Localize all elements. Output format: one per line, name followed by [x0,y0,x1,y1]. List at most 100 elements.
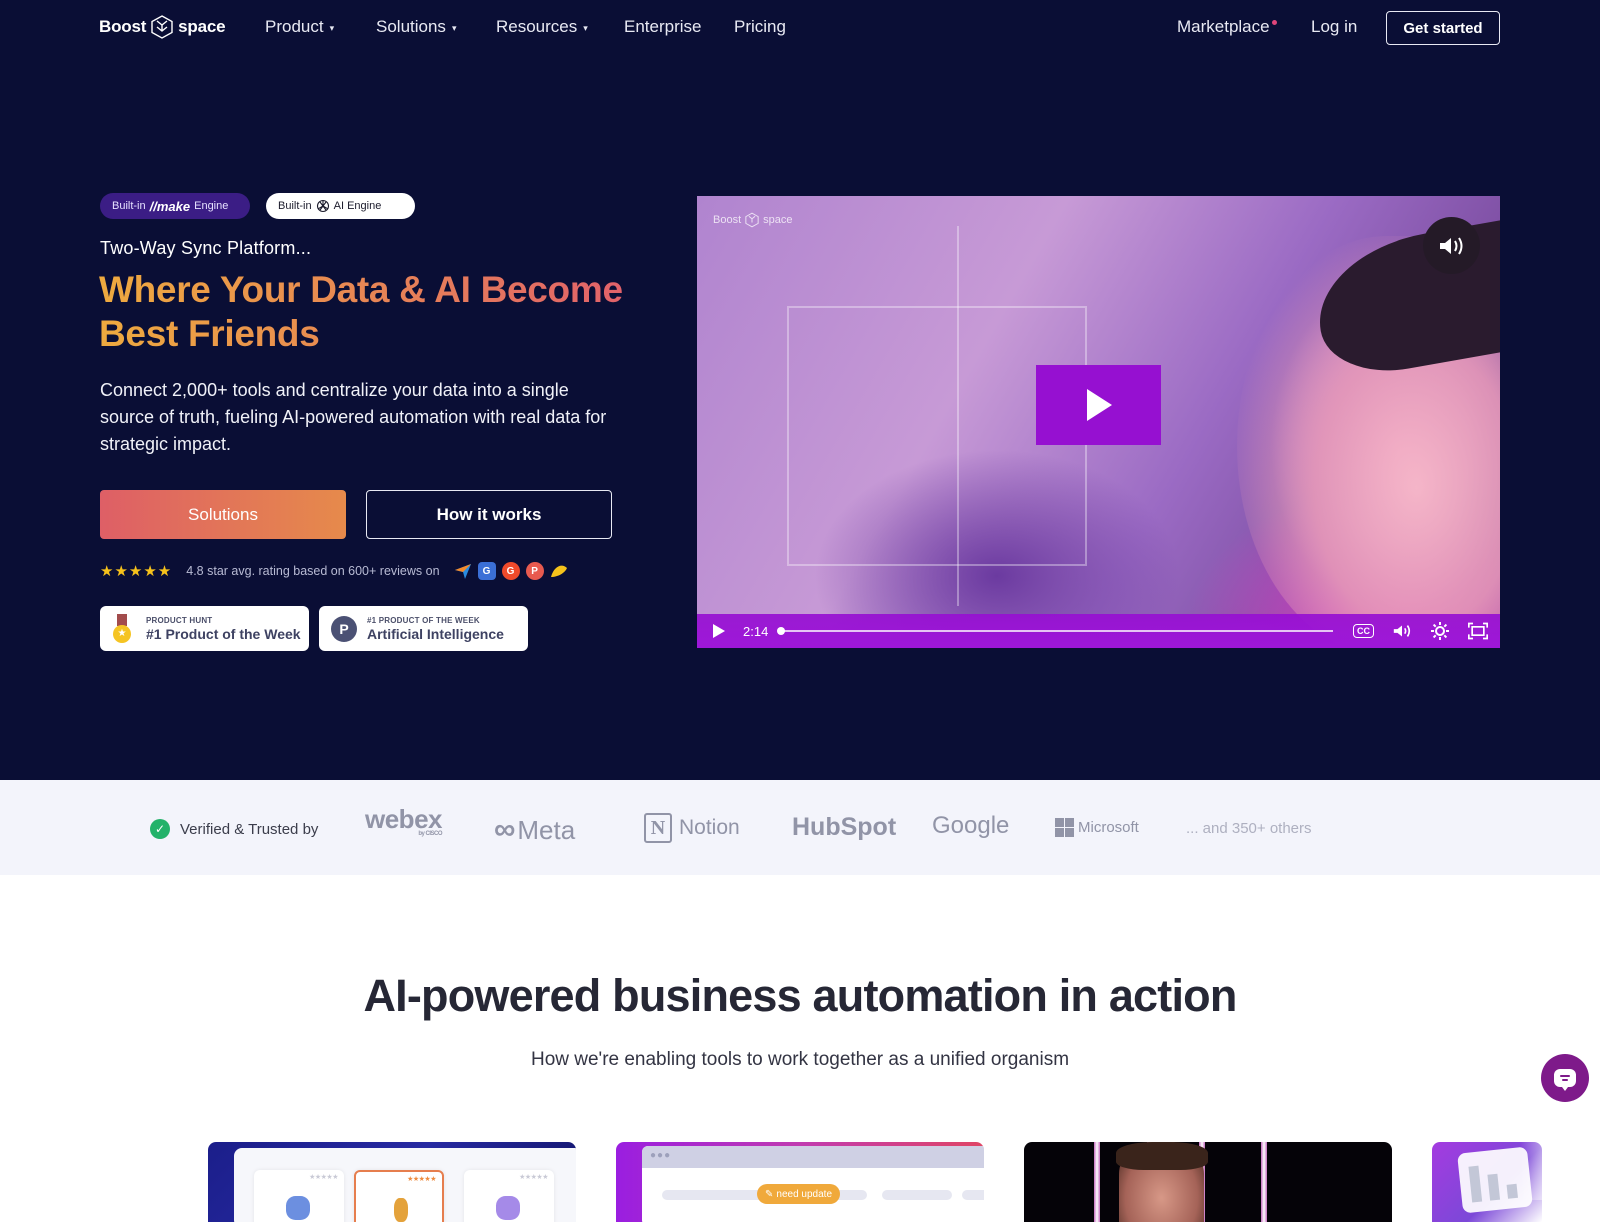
unmute-button[interactable] [1423,217,1480,274]
logo-text-left: Boost [99,17,147,36]
chart-bar [1468,1165,1483,1203]
use-case-video-card[interactable] [1024,1142,1392,1222]
verified-check-icon: ✓ [150,819,170,839]
play-button[interactable] [1036,365,1161,445]
capterra-icon[interactable] [454,562,472,580]
product-hunt-award[interactable]: ★ PRODUCT HUNT #1 Product of the Week [100,606,309,651]
rating-row: ★★★★★ 4.8 star avg. rating based on 600+… [100,562,568,580]
nav-item-pricing[interactable]: Pricing [734,17,786,37]
promo-video-player[interactable]: Boost space 2:14 CC [697,196,1500,648]
window-titlebar: ●●● [642,1146,984,1168]
nav-item-product[interactable]: Product ▾ [265,17,334,37]
volume-icon[interactable] [1392,621,1412,641]
notion-icon: N [644,813,672,843]
placeholder-bar [882,1190,952,1200]
nav-item-label: Solutions [376,17,446,36]
and-others-text: ... and 350+ others [1186,820,1312,837]
section-subtitle: How we're enabling tools to work togethe… [530,1049,1070,1070]
microsoft-logo: Microsoft [1055,818,1139,837]
chat-line [1562,1079,1568,1081]
use-case-card[interactable]: ★★★★★ ★★★★★ ★★★★★ [208,1142,576,1222]
g2-icon[interactable]: G [501,562,520,580]
webex-logo: webex by CISCO [365,806,443,837]
brand-text: Meta [517,814,576,845]
chevron-down-icon: ▾ [451,23,457,33]
light-strip [1261,1142,1267,1222]
play-icon[interactable] [709,621,729,641]
google-logo: Google [932,812,1010,839]
verified-label: ✓ Verified & Trusted by [150,819,318,839]
nav-item-label: Pricing [734,17,786,36]
verified-text: Verified & Trusted by [180,820,319,838]
video-scene [957,226,959,606]
login-link[interactable]: Log in [1311,17,1357,37]
product-hunt-logo-icon: P [331,615,357,642]
getapp-icon[interactable] [550,562,568,580]
get-started-button[interactable]: Get started [1386,11,1500,45]
chat-line [1560,1075,1570,1077]
video-controls: 2:14 CC [697,614,1500,648]
brand-subtext: by CISCO [418,831,442,837]
badge-suffix: AI Engine [333,200,382,212]
hero-section: Boost space Product ▾ Solutions ▾ Resour… [0,0,1600,780]
google-business-icon[interactable]: G [477,562,496,580]
nav-item-label: Enterprise [624,17,702,36]
placeholder-bar [962,1190,984,1200]
new-indicator-dot [1271,19,1277,25]
award-title: Artificial Intelligence [367,625,504,642]
award-label: #1 PRODUCT OF THE WEEK [367,615,480,625]
chevron-down-icon: ▾ [583,23,588,33]
product-tile-selected: ★★★★★ [354,1170,444,1222]
video-progress-bar[interactable] [777,627,1333,635]
make-logo: //make [150,199,190,214]
cube-logo-icon [745,212,759,228]
brand-text: Notion [679,816,740,839]
nav-item-solutions[interactable]: Solutions ▾ [376,17,456,37]
nav-item-marketplace[interactable]: Marketplace [1177,17,1277,37]
rating-text: 4.8 star avg. rating based on 600+ revie… [186,564,440,578]
rating-stars: ★★★★★ [309,1174,338,1181]
microsoft-grid-icon [1055,818,1074,837]
use-case-card[interactable]: ●●● ✎ need update [616,1142,984,1222]
chevron-down-icon: ▾ [329,23,335,33]
window-dots-icon: ●●● [650,1150,672,1161]
hero-tagline: Two-Way Sync Platform... [100,238,312,258]
ai-engine-badge: Built-in AI Engine [266,193,415,219]
nav-item-label: Product [265,17,324,36]
settings-gear-icon[interactable] [1430,621,1450,641]
card-preview: ★★★★★ ★★★★★ ★★★★★ [234,1148,576,1222]
nav-item-resources[interactable]: Resources ▾ [496,17,588,37]
hero-subtext: Connect 2,000+ tools and centralize your… [100,380,607,454]
product-tile: ★★★★★ [254,1170,344,1222]
progress-handle[interactable] [777,627,786,635]
need-update-badge: ✎ need update [757,1184,841,1204]
product-hunt-icon[interactable]: P [525,562,544,580]
play-icon [1086,389,1112,421]
hero-headline: Where Your Data & AI Become Best Friends [99,268,659,356]
card-preview: ●●● ✎ need update [642,1146,984,1222]
boost-space-logo[interactable]: Boost space [99,14,226,40]
award-label: PRODUCT HUNT [146,615,213,625]
captions-icon[interactable]: CC [1353,624,1374,638]
fullscreen-icon[interactable] [1468,621,1488,641]
wrench-icon: ✎ [765,1188,774,1200]
nav-item-enterprise[interactable]: Enterprise [624,17,701,37]
make-brand-text: make [156,198,191,214]
logo-text-right: space [178,17,226,36]
chart-bar [1506,1183,1518,1199]
make-mark-icon: // [149,198,157,214]
product-image [394,1198,408,1222]
rating-stars: ★★★★★ [407,1176,436,1183]
cube-logo-icon [151,15,173,39]
solutions-button[interactable]: Solutions [100,490,346,539]
chat-widget-button[interactable] [1541,1054,1589,1102]
how-it-works-button[interactable]: How it works [366,490,612,539]
chart-bar [1487,1173,1501,1201]
review-sites: G G P [454,562,568,580]
nav-item-label: Log in [1311,17,1358,36]
light-strip [1094,1142,1100,1222]
watermark-text: Boost [713,214,742,226]
ai-product-award[interactable]: P #1 PRODUCT OF THE WEEK Artificial Inte… [319,606,528,651]
badge-suffix: Engine [194,200,229,212]
badge-prefix: Built-in [112,200,146,212]
